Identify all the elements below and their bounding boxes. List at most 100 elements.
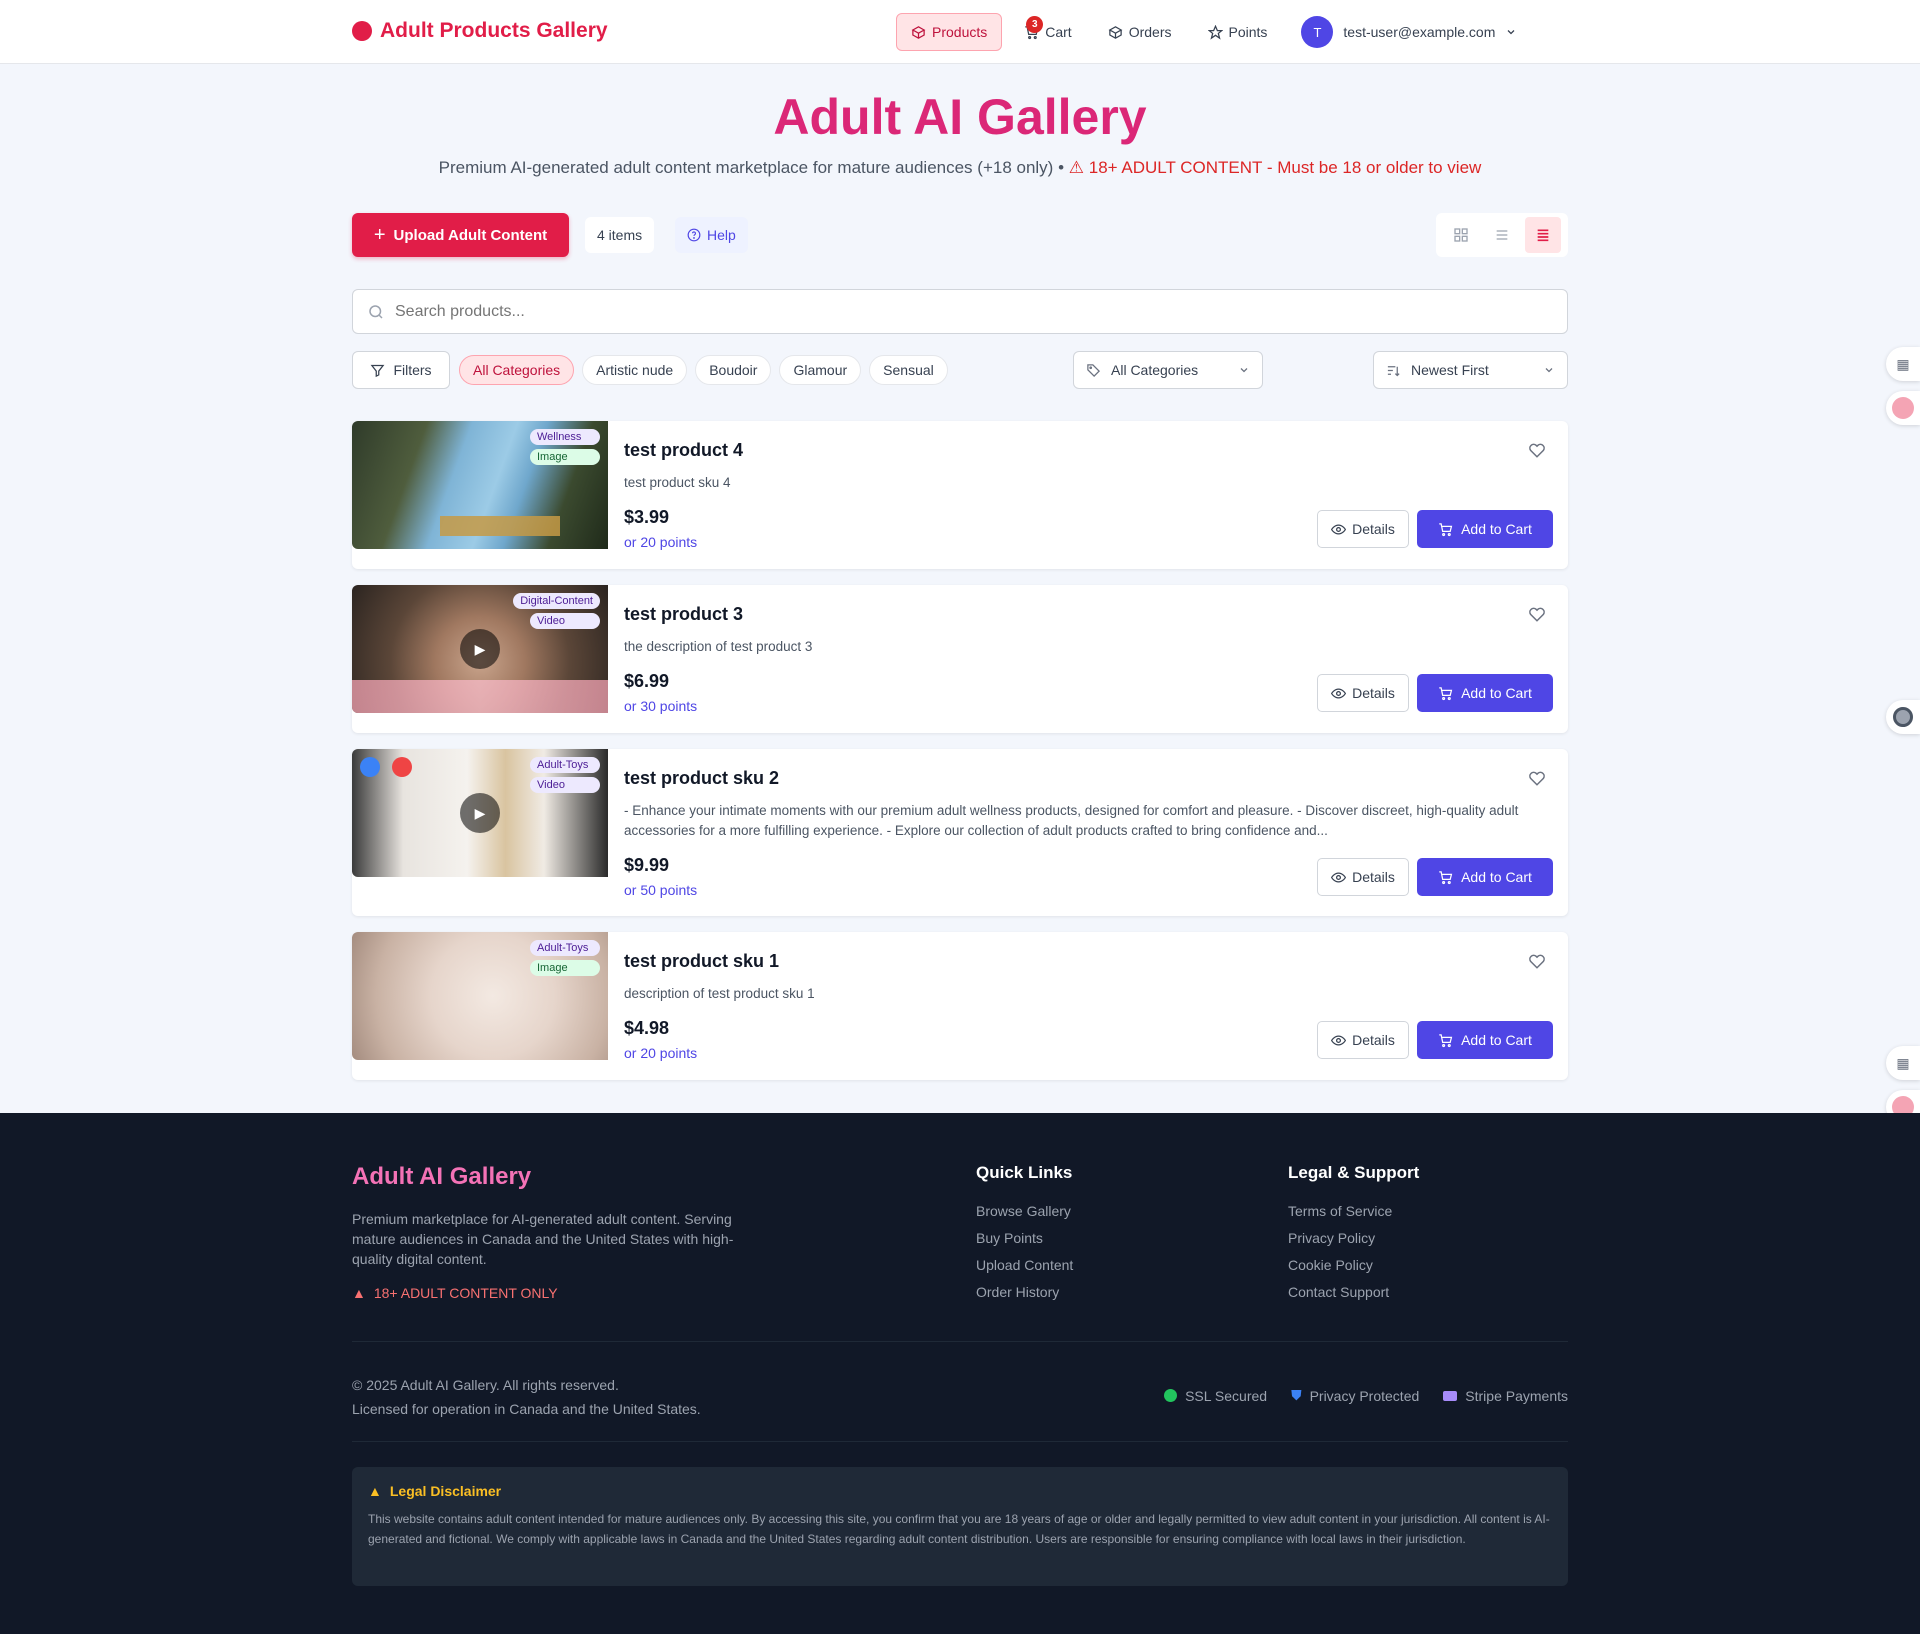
details-button[interactable]: Details bbox=[1317, 510, 1409, 548]
product-thumbnail[interactable]: ▶ Adult-Toys Video bbox=[352, 749, 608, 877]
heart-icon[interactable] bbox=[1528, 605, 1546, 623]
side-translate-button[interactable] bbox=[1886, 391, 1920, 425]
chip-sensual[interactable]: Sensual bbox=[869, 355, 948, 385]
product-thumbnail[interactable]: Wellness Image bbox=[352, 421, 608, 549]
product-card[interactable]: Wellness Image test product 4 test produ… bbox=[352, 421, 1568, 569]
heart-icon[interactable] bbox=[1528, 769, 1546, 787]
product-description: test product sku 4 bbox=[624, 475, 731, 490]
play-icon[interactable]: ▶ bbox=[460, 629, 500, 669]
media-tag: Video bbox=[530, 613, 600, 629]
user-email: test-user@example.com bbox=[1343, 24, 1496, 40]
side-apps-button[interactable]: ▦ bbox=[1886, 347, 1920, 381]
product-title[interactable]: test product sku 2 bbox=[624, 768, 779, 789]
footer-link-orders[interactable]: Order History bbox=[976, 1284, 1073, 1300]
product-title[interactable]: test product sku 1 bbox=[624, 951, 779, 972]
footer-description: Premium marketplace for AI-generated adu… bbox=[352, 1211, 734, 1267]
privacy-badge: ⛊ Privacy Protected bbox=[1291, 1387, 1420, 1404]
product-card[interactable]: ▶ Digital-Content Video test product 3 t… bbox=[352, 585, 1568, 733]
eye-icon bbox=[1331, 687, 1347, 699]
product-card[interactable]: Adult-Toys Image test product sku 1 desc… bbox=[352, 932, 1568, 1080]
nav-orders[interactable]: Orders bbox=[1094, 13, 1186, 51]
footer-link-browse[interactable]: Browse Gallery bbox=[976, 1203, 1073, 1219]
chip-artistic-nude[interactable]: Artistic nude bbox=[582, 355, 688, 385]
warning-icon: ▲ bbox=[352, 1285, 366, 1301]
plus-icon: + bbox=[373, 224, 386, 246]
rows-icon bbox=[1537, 229, 1549, 242]
add-to-cart-button[interactable]: Add to Cart bbox=[1417, 510, 1553, 548]
product-card[interactable]: ▶ Adult-Toys Video test product sku 2 - … bbox=[352, 749, 1568, 916]
chevron-down-icon bbox=[1240, 368, 1248, 373]
product-title[interactable]: test product 3 bbox=[624, 604, 743, 625]
details-button[interactable]: Details bbox=[1317, 1021, 1409, 1059]
upload-button[interactable]: + Upload Adult Content bbox=[352, 213, 569, 257]
user-menu[interactable]: T test-user@example.com bbox=[1301, 16, 1517, 48]
product-thumbnail[interactable]: ▶ Digital-Content Video bbox=[352, 585, 608, 713]
top-navbar: Adult Products Gallery Products 3 Cart O… bbox=[0, 0, 1920, 64]
footer: Adult AI Gallery Premium marketplace for… bbox=[0, 1113, 1920, 1634]
filter-icon bbox=[371, 364, 385, 377]
product-points: or 50 points bbox=[624, 882, 698, 898]
side-apps-button[interactable]: ▦ bbox=[1886, 1046, 1920, 1080]
cart-icon bbox=[1439, 870, 1453, 884]
footer-adult-notice: ▲ 18+ ADULT CONTENT ONLY bbox=[352, 1285, 558, 1301]
footer-link-cookies[interactable]: Cookie Policy bbox=[1288, 1257, 1419, 1273]
product-price: $9.99 bbox=[624, 855, 670, 875]
details-button[interactable]: Details bbox=[1317, 674, 1409, 712]
page-subtitle: Premium AI-generated adult content marke… bbox=[438, 158, 1482, 177]
help-button[interactable]: Help bbox=[675, 217, 748, 253]
avatar: T bbox=[1301, 16, 1334, 48]
nav-points[interactable]: Points bbox=[1194, 13, 1282, 51]
side-record-button[interactable] bbox=[1886, 700, 1920, 734]
shield-icon: ⛊ bbox=[1291, 1387, 1302, 1403]
footer-divider bbox=[352, 1341, 1568, 1342]
category-select[interactable]: All Categories bbox=[1073, 351, 1263, 389]
search-input[interactable] bbox=[395, 302, 1567, 321]
chip-boudoir[interactable]: Boudoir bbox=[695, 355, 772, 385]
list-view-button[interactable] bbox=[1484, 217, 1520, 253]
footer-link-contact[interactable]: Contact Support bbox=[1288, 1284, 1419, 1300]
cart-icon bbox=[1439, 686, 1453, 700]
brand-name: Adult Products Gallery bbox=[380, 19, 608, 42]
compact-view-button[interactable] bbox=[1525, 217, 1562, 253]
heart-icon[interactable] bbox=[1528, 441, 1546, 459]
add-to-cart-button[interactable]: Add to Cart bbox=[1417, 674, 1553, 712]
box-icon bbox=[911, 25, 926, 39]
trust-badges: SSL Secured ⛊ Privacy Protected Stripe Pa… bbox=[1164, 1387, 1568, 1404]
brand-logo[interactable]: Adult Products Gallery bbox=[352, 19, 608, 43]
footer-divider bbox=[352, 1441, 1568, 1442]
cart-icon bbox=[1439, 1033, 1453, 1047]
chip-all-categories[interactable]: All Categories bbox=[459, 355, 575, 385]
items-count: 4 items bbox=[585, 217, 655, 253]
category-tag: Digital-Content bbox=[513, 593, 600, 609]
nav-cart[interactable]: 3 Cart bbox=[1010, 13, 1085, 51]
footer-link-upload[interactable]: Upload Content bbox=[976, 1257, 1073, 1273]
nav-products[interactable]: Products bbox=[896, 13, 1003, 51]
product-thumbnail[interactable]: Adult-Toys Image bbox=[352, 932, 608, 1060]
sort-icon bbox=[1387, 365, 1400, 376]
product-description: the description of test product 3 bbox=[624, 639, 813, 654]
footer-link-terms[interactable]: Terms of Service bbox=[1288, 1203, 1419, 1219]
product-points: or 30 points bbox=[624, 698, 698, 714]
apps-icon: ▦ bbox=[1896, 1054, 1910, 1071]
filters-button[interactable]: Filters bbox=[352, 351, 450, 389]
footer-copyright: © 2025 Adult AI Gallery. All rights rese… bbox=[352, 1377, 701, 1417]
grid-view-button[interactable] bbox=[1443, 217, 1479, 253]
translate-icon bbox=[1892, 397, 1914, 419]
chip-glamour[interactable]: Glamour bbox=[779, 355, 862, 385]
product-title[interactable]: test product 4 bbox=[624, 440, 743, 461]
help-circle-icon bbox=[687, 228, 701, 242]
sort-select[interactable]: Newest First bbox=[1373, 351, 1568, 389]
product-price: $6.99 bbox=[624, 671, 670, 691]
play-icon[interactable]: ▶ bbox=[460, 793, 500, 833]
footer-link-privacy[interactable]: Privacy Policy bbox=[1288, 1230, 1419, 1246]
add-to-cart-button[interactable]: Add to Cart bbox=[1417, 1021, 1553, 1059]
footer-link-buy-points[interactable]: Buy Points bbox=[976, 1230, 1073, 1246]
add-to-cart-button[interactable]: Add to Cart bbox=[1417, 858, 1553, 896]
details-button[interactable]: Details bbox=[1317, 858, 1409, 896]
cart-icon bbox=[1439, 522, 1453, 536]
chevron-down-icon bbox=[1545, 368, 1553, 373]
page-title: Adult AI Gallery bbox=[773, 89, 1147, 145]
product-points: or 20 points bbox=[624, 534, 698, 550]
heart-icon[interactable] bbox=[1528, 952, 1546, 970]
legal-disclaimer: ▲ Legal Disclaimer This website contains … bbox=[352, 1467, 1568, 1586]
